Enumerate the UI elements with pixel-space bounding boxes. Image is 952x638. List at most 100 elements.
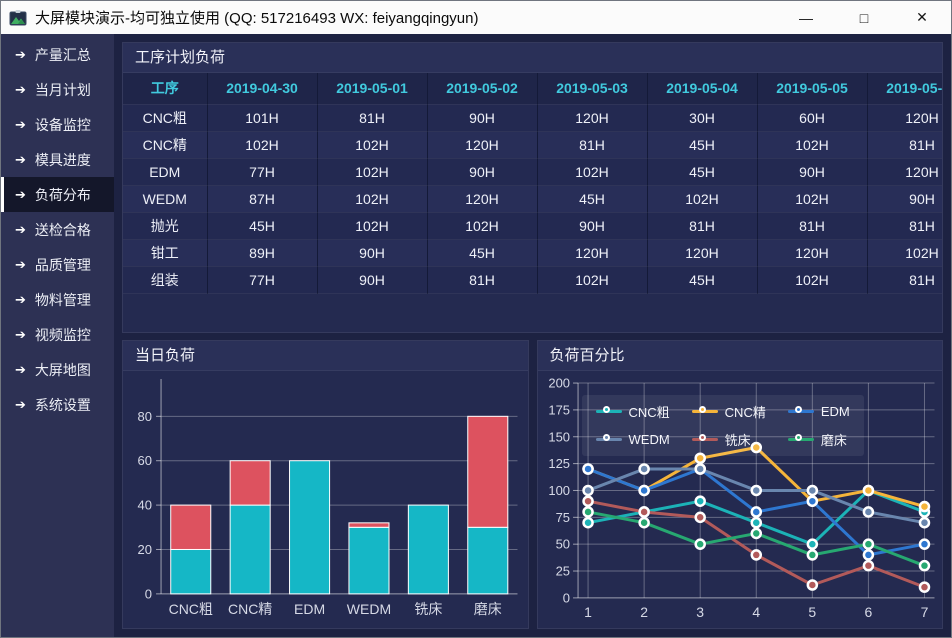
arrow-icon: ➔ [15, 47, 26, 63]
svg-text:5: 5 [808, 604, 816, 620]
table-cell: 120H [757, 239, 867, 266]
legend-item-CNC粗[interactable]: CNC粗 [596, 402, 670, 421]
arrow-icon: ➔ [15, 362, 26, 378]
table-cell: 120H [537, 239, 647, 266]
table-cell: 102H [757, 131, 867, 158]
sidebar-item-大屏地图[interactable]: ➔ 大屏地图 [1, 352, 114, 387]
legend-marker [788, 410, 814, 413]
legend-item-CNC精[interactable]: CNC精 [692, 402, 766, 421]
table-cell: 组装 [123, 266, 207, 293]
sidebar-item-label: 视频监控 [35, 325, 91, 345]
arrow-icon: ➔ [15, 117, 26, 133]
sidebar-item-送检合格[interactable]: ➔送检合格 [1, 212, 114, 247]
legend-marker [788, 438, 814, 441]
legend-marker [692, 438, 718, 441]
legend-dot [795, 434, 802, 441]
sidebar-item-label: 物料管理 [35, 290, 91, 310]
arrow-icon: ➔ [15, 327, 26, 343]
table-cell: 120H [537, 104, 647, 131]
table-cell: 81H [647, 212, 757, 239]
sidebar-item-负荷分布[interactable]: ➔负荷分布 [1, 177, 114, 212]
sidebar-item-设备监控[interactable]: ➔ 设备监控 [1, 107, 114, 142]
sidebar-item-物料管理[interactable]: ➔ 物料管理 [1, 282, 114, 317]
table-cell: 102H [867, 239, 942, 266]
bar-segment [408, 505, 448, 594]
table-cell: 77H [207, 158, 317, 185]
table-cell: 120H [427, 131, 537, 158]
table-cell: 90H [867, 185, 942, 212]
legend-item-EDM[interactable]: EDM [788, 402, 850, 421]
svg-text:25: 25 [555, 564, 569, 579]
table-cell: 102H [757, 185, 867, 212]
legend-item-铣床[interactable]: 铣床 [692, 430, 766, 449]
panel-title-schedule: 工序计划负荷 [123, 43, 942, 73]
table-cell: 102H [647, 185, 757, 212]
table-cell: 60H [757, 104, 867, 131]
app-icon [9, 9, 27, 27]
table-cell: 81H [317, 104, 427, 131]
table-cell: CNC粗 [123, 104, 207, 131]
table-cell: 81H [867, 131, 942, 158]
table-cell: 120H [427, 185, 537, 212]
column-header: 2019-05-06 [867, 73, 942, 104]
sidebar-item-label: 大屏地图 [35, 360, 91, 380]
table-cell: 90H [427, 158, 537, 185]
sidebar-item-label: 设备监控 [35, 115, 91, 135]
sidebar-item-视频监控[interactable]: ➔ 视频监控 [1, 317, 114, 352]
table-cell: 102H [537, 266, 647, 293]
sidebar-item-品质管理[interactable]: ➔ 品质管理 [1, 247, 114, 282]
sidebar-item-当月计划[interactable]: ➔当月计划 [1, 72, 114, 107]
table-cell: 45H [537, 185, 647, 212]
arrow-icon: ➔ [15, 222, 26, 238]
close-button[interactable]: ✕ [893, 1, 951, 34]
table-row: EDM77H102H90H102H45H90H120H [123, 158, 942, 185]
sidebar-item-产量汇总[interactable]: ➔产量汇总 [1, 37, 114, 72]
bar-segment [171, 505, 211, 549]
table-cell: 81H [867, 266, 942, 293]
sidebar-item-模具进度[interactable]: ➔模具进度 [1, 142, 114, 177]
legend-dot [603, 406, 610, 413]
arrow-icon: ➔ [15, 257, 26, 273]
table-cell: 102H [207, 131, 317, 158]
arrow-icon: ➔ [15, 292, 26, 308]
panel-title-percent: 负荷百分比 [538, 341, 943, 371]
sidebar-item-label: 品质管理 [35, 255, 91, 275]
table-cell: 45H [427, 239, 537, 266]
bar-segment [171, 549, 211, 593]
svg-text:0: 0 [145, 586, 152, 601]
maximize-button[interactable]: □ [835, 1, 893, 34]
svg-text:125: 125 [548, 456, 570, 471]
svg-text:6: 6 [864, 604, 872, 620]
table-cell: 90H [317, 239, 427, 266]
window-title: 大屏模块演示-均可独立使用 (QQ: 517216493 WX: feiyang… [35, 7, 478, 28]
bar-chart: 020406080CNC粗CNC精EDMWEDM铣床磨床 [123, 371, 528, 628]
table-cell: EDM [123, 158, 207, 185]
table-cell: 77H [207, 266, 317, 293]
svg-text:3: 3 [696, 604, 704, 620]
svg-text:铣床: 铣床 [414, 601, 442, 617]
table-cell: 81H [867, 212, 942, 239]
sidebar-item-系统设置[interactable]: ➔系统设置 [1, 387, 114, 422]
svg-text:EDM: EDM [294, 601, 325, 617]
table-cell: 90H [317, 266, 427, 293]
column-header: 2019-05-04 [647, 73, 757, 104]
table-cell: 45H [647, 131, 757, 158]
bar-segment [468, 527, 508, 594]
table-cell: 101H [207, 104, 317, 131]
legend-item-WEDM[interactable]: WEDM [596, 430, 670, 449]
table-cell: CNC精 [123, 131, 207, 158]
svg-text:CNC粗: CNC粗 [169, 601, 213, 617]
minimize-button[interactable]: — [777, 1, 835, 34]
bar-chart-area: 020406080CNC粗CNC精EDMWEDM铣床磨床 [123, 371, 528, 628]
table-cell: 102H [317, 185, 427, 212]
panel-title-today: 当日负荷 [123, 341, 528, 371]
table-cell: 45H [647, 266, 757, 293]
legend-dot [699, 434, 706, 441]
table-cell: 90H [757, 158, 867, 185]
table-cell: 102H [427, 212, 537, 239]
sidebar-item-label: 系统设置 [35, 395, 91, 415]
sidebar-item-label: 当月计划 [35, 80, 91, 100]
schedule-table-wrap: 工序2019-04-302019-05-012019-05-022019-05-… [123, 73, 942, 332]
table-cell: 102H [757, 266, 867, 293]
legend-item-磨床[interactable]: 磨床 [788, 430, 850, 449]
